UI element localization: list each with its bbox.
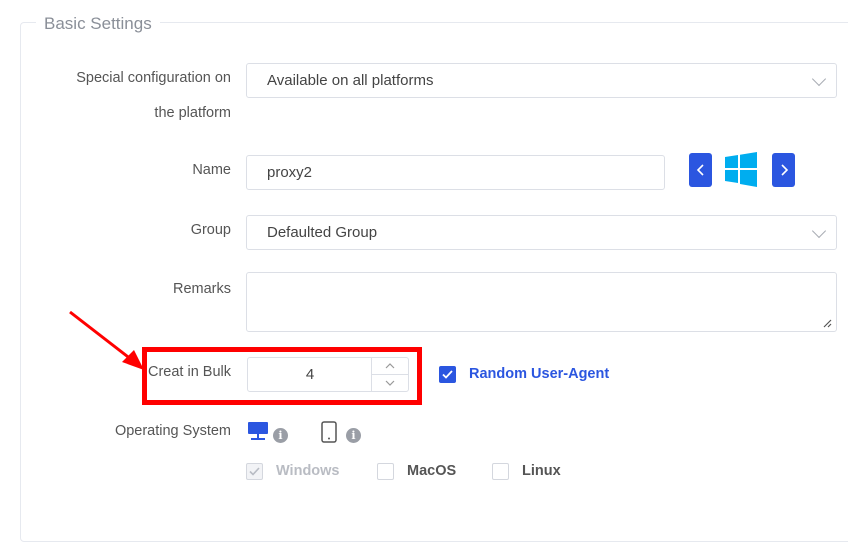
red-arrow-annotation: [69, 310, 144, 370]
chevron-left-icon: [696, 164, 704, 176]
checkmark-icon: [442, 370, 453, 379]
chevron-down-icon: [811, 71, 827, 86]
platform-label-line1: Special configuration on: [76, 70, 231, 86]
chevron-down-icon: [811, 223, 827, 238]
platform-label-line2: the platform: [154, 105, 231, 121]
info-icon: i: [346, 428, 361, 443]
group-select-value: Defaulted Group: [267, 224, 378, 241]
info-icon: i: [273, 428, 288, 443]
section-legend: Basic Settings: [36, 14, 160, 34]
platform-select-value: Available on all platforms: [267, 72, 434, 89]
name-input-value: proxy2: [267, 164, 313, 181]
checkmark-icon: [249, 467, 260, 476]
chevron-right-icon: [780, 164, 788, 176]
remarks-textarea[interactable]: [246, 272, 837, 332]
windows-logo-icon: [725, 152, 757, 187]
platform-select[interactable]: Available on all platforms: [246, 63, 837, 98]
random-user-agent-checkbox[interactable]: [439, 366, 456, 383]
resize-grip-icon[interactable]: [822, 318, 832, 328]
macos-checkbox[interactable]: [377, 463, 394, 480]
windows-checkbox[interactable]: [246, 463, 263, 480]
linux-label[interactable]: Linux: [522, 463, 561, 480]
linux-checkbox[interactable]: [492, 463, 509, 480]
group-label: Group: [190, 222, 231, 238]
os-label: Operating System: [114, 423, 231, 439]
name-input[interactable]: proxy2: [246, 155, 665, 190]
mobile-icon[interactable]: [321, 421, 337, 448]
platform-label: Special configuration on the platform: [76, 61, 231, 131]
windows-label[interactable]: Windows: [276, 463, 340, 480]
next-platform-button[interactable]: [772, 153, 795, 187]
desktop-icon[interactable]: [248, 422, 268, 446]
highlight-box-annotation: [142, 347, 422, 405]
random-user-agent-label[interactable]: Random User-Agent: [469, 366, 609, 383]
name-label: Name: [192, 162, 231, 178]
group-select[interactable]: Defaulted Group: [246, 215, 837, 250]
macos-label[interactable]: MacOS: [407, 463, 456, 480]
prev-platform-button[interactable]: [689, 153, 712, 187]
remarks-label: Remarks: [172, 281, 231, 297]
